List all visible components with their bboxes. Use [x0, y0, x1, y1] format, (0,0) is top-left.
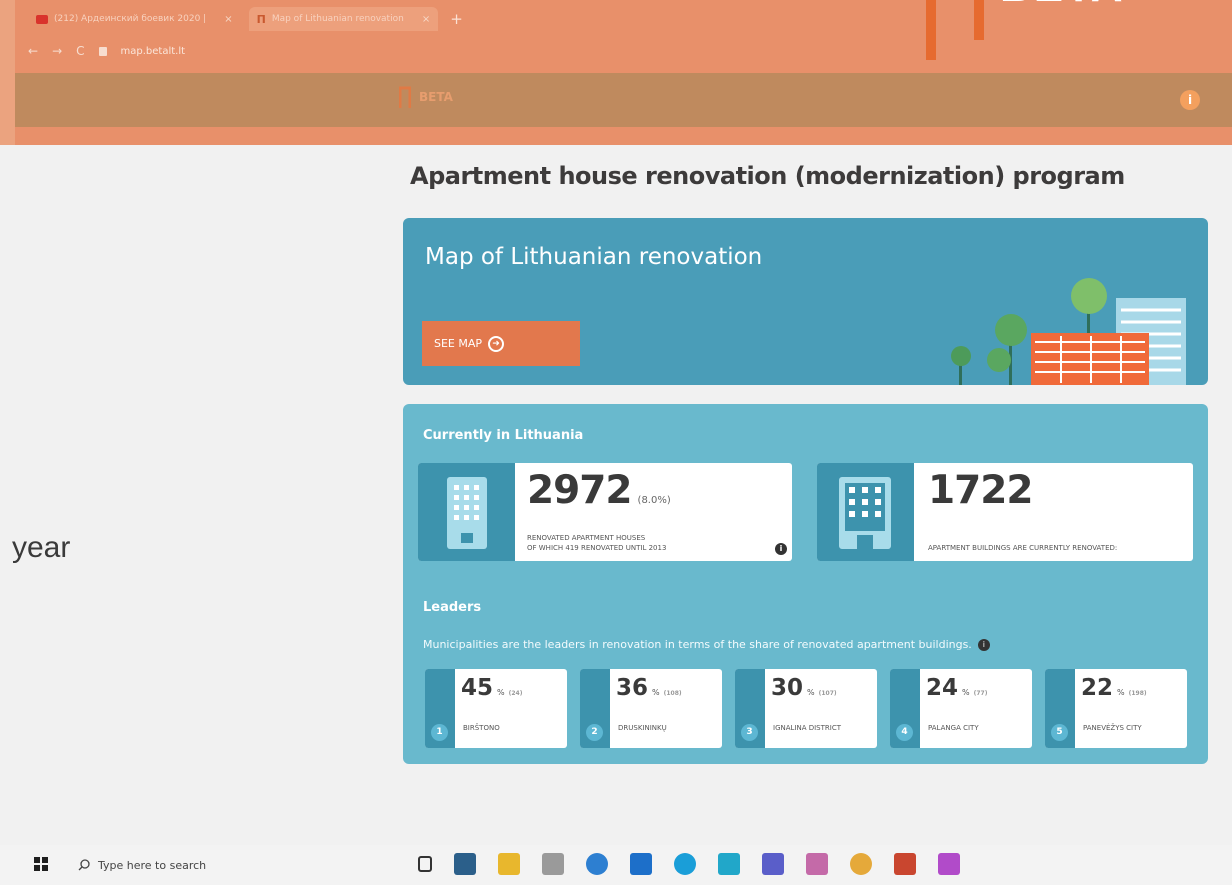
leader-percent: 45% (24): [461, 675, 523, 701]
renovated-number: 2972: [527, 468, 633, 513]
close-icon[interactable]: ×: [224, 14, 232, 25]
building-icon: [447, 477, 487, 549]
leader-name: Panevėžys city: [1083, 724, 1142, 732]
map-card: Map of Lithuanian renovation SEE MAP ➜: [403, 218, 1208, 385]
renovated-percent: (8.0%): [637, 495, 671, 506]
office-building-icon: [839, 477, 891, 549]
back-icon[interactable]: ←: [28, 44, 38, 58]
leader-name: Birštono: [463, 724, 500, 732]
leader-percent: 36% (108): [616, 675, 682, 701]
overlay-beta-text: BETA: [1000, 0, 1125, 12]
beta-logo-icon: Π: [256, 12, 266, 26]
tree: [1071, 278, 1107, 314]
info-icon[interactable]: i: [775, 543, 787, 555]
leader-card[interactable]: 3 30% (107) Ignalina district: [735, 669, 877, 748]
close-icon[interactable]: ×: [422, 14, 430, 25]
site-header: BETA i: [15, 73, 1232, 127]
search-icon: [78, 859, 90, 871]
taskbar-apps: [418, 853, 960, 875]
search-placeholder: Type here to search: [98, 858, 207, 872]
stats-card: Currently in Lithuania 2972 (8.0%) Renova…: [403, 404, 1208, 764]
leader-card[interactable]: 5 22% (198) Panevėžys city: [1045, 669, 1187, 748]
side-text: year: [12, 531, 71, 564]
beta-label: BETA: [419, 90, 453, 104]
page-title: Apartment house renovation (modernizatio…: [410, 162, 1125, 190]
tree: [995, 314, 1027, 346]
taskbar-search[interactable]: Type here to search: [66, 854, 396, 876]
building-icon-col: [418, 463, 515, 561]
tab-youtube[interactable]: (212) Ардеинский боевик 2020 | ×: [28, 7, 241, 31]
leader-percent: 24% (77): [926, 675, 988, 701]
new-tab-button[interactable]: +: [450, 10, 463, 28]
file-explorer-icon[interactable]: [498, 853, 520, 875]
info-icon[interactable]: i: [977, 639, 990, 651]
leader-card[interactable]: 2 36% (108) Druskininkų: [580, 669, 722, 748]
leader-rank: 3: [741, 724, 758, 741]
leader-rank: 2: [586, 724, 603, 741]
tab-title: (212) Ардеинский боевик 2020 |: [54, 14, 207, 24]
leader-name: Ignalina district: [773, 724, 841, 732]
task-view-icon[interactable]: [418, 856, 432, 872]
in-progress-number: 1722: [928, 468, 1034, 513]
browser-chrome: (212) Ардеинский боевик 2020 | × Π Map o…: [0, 0, 1232, 145]
store-icon[interactable]: [542, 853, 564, 875]
youtube-icon: [36, 14, 48, 24]
leader-card[interactable]: 4 24% (77) Palanga city: [890, 669, 1032, 748]
edge-icon[interactable]: [674, 853, 696, 875]
header-logo[interactable]: BETA: [399, 86, 453, 108]
reload-icon[interactable]: C: [76, 44, 84, 58]
chrome-icon[interactable]: [850, 853, 872, 875]
teams-icon[interactable]: [762, 853, 784, 875]
skype-icon[interactable]: [586, 853, 608, 875]
city-illustration: [951, 278, 1186, 385]
arrow-circle-icon: ➜: [488, 335, 505, 352]
powerpoint-icon[interactable]: [894, 853, 916, 875]
leaders-heading: Leaders: [423, 600, 482, 615]
renovated-description: Renovated apartment houses of which 419 …: [527, 534, 667, 552]
building-icon-col: [817, 463, 914, 561]
leader-name: Palanga city: [928, 724, 979, 732]
see-map-label: SEE MAP: [434, 337, 483, 350]
windows-start-icon[interactable]: [34, 857, 48, 871]
taskbar: Type here to search: [0, 845, 1232, 885]
app-icon[interactable]: [718, 853, 740, 875]
map-card-title: Map of Lithuanian renovation: [425, 244, 763, 270]
renovated-count: 2972 (8.0%): [527, 468, 671, 513]
address-bar-row: ← → C map.betalt.lt: [28, 40, 185, 62]
tab-map[interactable]: Π Map of Lithuanian renovation ×: [248, 7, 439, 31]
leaders-description: Municipalities are the leaders in renova…: [423, 638, 990, 651]
see-map-button[interactable]: SEE MAP ➜: [422, 321, 580, 366]
url-field[interactable]: map.betalt.lt: [121, 46, 186, 57]
in-progress-description: Apartment buildings are currently renova…: [928, 544, 1118, 552]
beta-logo-mark-icon: [926, 0, 984, 60]
leader-rank: 1: [431, 724, 448, 741]
leader-percent: 22% (198): [1081, 675, 1147, 701]
info-icon[interactable]: i: [1180, 90, 1200, 110]
leader-rank: 4: [896, 724, 913, 741]
stat-in-progress: 1722 Apartment buildings are currently r…: [817, 463, 1193, 561]
tab-bar: (212) Ардеинский боевик 2020 | × Π Map o…: [28, 6, 463, 32]
media-icon[interactable]: [454, 853, 476, 875]
leader-percent: 30% (107): [771, 675, 837, 701]
lock-icon: [98, 46, 107, 56]
onenote-icon[interactable]: [806, 853, 828, 875]
leader-name: Druskininkų: [618, 724, 667, 732]
tree: [951, 346, 971, 366]
stat-renovated: 2972 (8.0%) Renovated apartment houses of…: [418, 463, 792, 561]
chrome-edge-strip: [0, 0, 15, 145]
current-heading: Currently in Lithuania: [423, 428, 584, 443]
outlook-icon[interactable]: [630, 853, 652, 875]
beta-logo-icon: [399, 86, 411, 108]
tab-title: Map of Lithuanian renovation: [271, 14, 404, 24]
forward-icon[interactable]: →: [52, 44, 62, 58]
leader-card[interactable]: 1 45% (24) Birštono: [425, 669, 567, 748]
leader-rank: 5: [1051, 724, 1068, 741]
onenote-purple-icon[interactable]: [938, 853, 960, 875]
